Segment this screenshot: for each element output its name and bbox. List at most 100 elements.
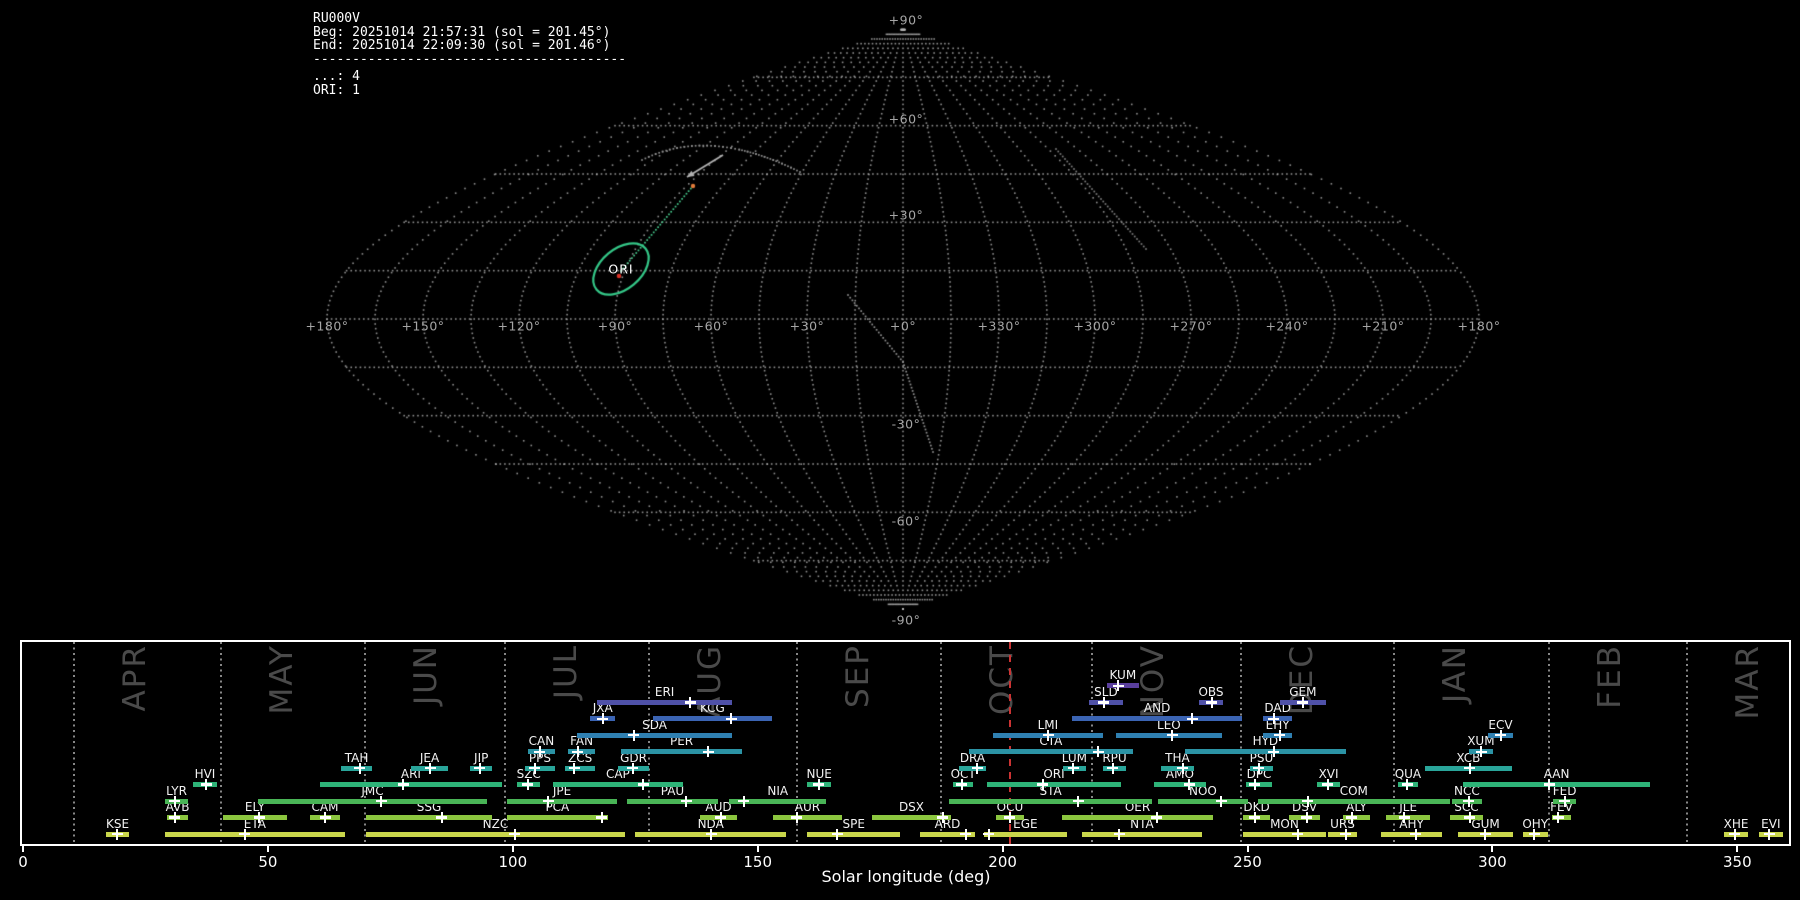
shower-label-XVI: XVI xyxy=(1319,767,1339,781)
shower-bar-SDA xyxy=(577,733,732,738)
shower-bar-NTA xyxy=(1082,832,1202,837)
lon-label: +120° xyxy=(497,319,540,334)
shower-bar-ARI xyxy=(320,782,502,787)
session-end: End: 20251014 22:09:30 (sol = 201.46°) xyxy=(313,39,626,53)
shower-bar-COM xyxy=(1258,799,1450,804)
shower-label-JIP: JIP xyxy=(474,751,488,765)
x-axis-tick xyxy=(757,846,759,852)
shower-peak-marker-SPE xyxy=(832,829,843,840)
month-boundary-line xyxy=(1686,642,1688,844)
shower-peak-marker-DSX xyxy=(937,812,948,823)
shower-bar-JPE xyxy=(507,799,617,804)
separator: ---------------------------------------- xyxy=(313,53,626,67)
shower-bar-KCG xyxy=(653,716,772,721)
shower-peak-marker-ERI xyxy=(685,697,696,708)
lon-label: +270° xyxy=(1169,319,1212,334)
x-axis-tick-label: 50 xyxy=(258,853,277,871)
shower-label-ORI: ORI xyxy=(1043,767,1064,781)
shower-bar-JMC xyxy=(258,799,487,804)
shower-bar-AND xyxy=(1072,716,1242,721)
month-boundary-line xyxy=(504,642,506,844)
shower-peak-marker-PER xyxy=(703,746,714,757)
shower-bar-CAP xyxy=(553,782,683,787)
shower-label-OBS: OBS xyxy=(1198,685,1223,699)
lat-label: -60° xyxy=(892,514,921,529)
shower-bar-STA xyxy=(949,799,1152,804)
ori-radiant-label: ORI xyxy=(608,262,633,277)
shower-bar-HYD xyxy=(1185,749,1346,754)
month-label: APR xyxy=(120,644,151,711)
month-label: JAN xyxy=(1440,644,1471,703)
x-axis-title: Solar longitude (deg) xyxy=(822,867,991,886)
shower-peak-marker-STA xyxy=(1073,796,1084,807)
lat-label: +90° xyxy=(889,13,924,28)
shower-bar-AUR xyxy=(773,815,842,820)
shower-peak-marker-CTA xyxy=(1093,746,1104,757)
shower-bar-NZC xyxy=(366,832,625,837)
x-axis-tick xyxy=(1736,846,1738,852)
month-label: JUL xyxy=(551,644,582,699)
shower-peak-marker-OER xyxy=(1151,812,1162,823)
x-axis-tick xyxy=(1002,846,1004,852)
lat-label: -30° xyxy=(892,417,921,432)
shower-label-CAN: CAN xyxy=(529,734,555,748)
month-label: SEP xyxy=(843,644,874,708)
shower-bar-ORI xyxy=(987,782,1121,787)
shower-label-ECV: ECV xyxy=(1488,718,1512,732)
shower-peak-marker-SDA xyxy=(628,730,639,741)
lon-label: +330° xyxy=(977,319,1020,334)
shower-label-SPE: SPE xyxy=(842,817,864,831)
shower-label-QUA: QUA xyxy=(1395,767,1421,781)
month-boundary-line xyxy=(73,642,75,844)
shower-bar-AMO xyxy=(1154,782,1206,787)
shower-label-XHE: XHE xyxy=(1724,817,1749,831)
shower-bar-ETA xyxy=(165,832,345,837)
shower-peak-marker-AND xyxy=(1187,713,1198,724)
x-axis-tick xyxy=(267,846,269,852)
lat-label: -90° xyxy=(892,613,921,628)
lat-label: +30° xyxy=(889,208,924,223)
month-label: MAY xyxy=(267,644,298,714)
shower-label-NUE: NUE xyxy=(806,767,831,781)
x-axis-tick-label: 0 xyxy=(18,853,28,871)
shower-label-GEM: GEM xyxy=(1289,685,1316,699)
shower-peak-marker-NTA xyxy=(1114,829,1125,840)
shower-bar-PER xyxy=(621,749,742,754)
x-axis-tick-label: 150 xyxy=(743,853,772,871)
shower-peak-marker-NOO xyxy=(1216,796,1227,807)
meteor-station-plot: RU000V Beg: 20251014 21:57:31 (sol = 201… xyxy=(0,0,1800,900)
x-axis-tick xyxy=(512,846,514,852)
x-axis-tick-label: 250 xyxy=(1233,853,1262,871)
shower-label-NIA: NIA xyxy=(767,784,788,798)
shower-bar-CTA xyxy=(969,749,1133,754)
month-boundary-line xyxy=(1393,642,1395,844)
shower-peak-marker-NZC xyxy=(509,829,520,840)
lon-label: +180° xyxy=(305,319,348,334)
session-info: RU000V Beg: 20251014 21:57:31 (sol = 201… xyxy=(313,12,626,97)
shower-bar-SPE xyxy=(807,832,900,837)
sporadic-count: ...: 4 xyxy=(313,70,626,84)
shower-label-JEA: JEA xyxy=(420,751,439,765)
month-boundary-line xyxy=(648,642,650,844)
month-boundary-line xyxy=(364,642,366,844)
shower-peak-marker-EGE xyxy=(983,829,994,840)
shower-label-LYR: LYR xyxy=(166,784,187,798)
lat-label: +60° xyxy=(889,112,924,127)
shower-peak-marker-COM xyxy=(1302,796,1313,807)
shower-bar-SSG xyxy=(366,815,492,820)
lon-label: +180° xyxy=(1457,319,1500,334)
month-label: JUN xyxy=(411,644,442,705)
x-axis-tick-label: 200 xyxy=(988,853,1017,871)
lon-label: +60° xyxy=(694,319,729,334)
month-label: OCT xyxy=(987,644,1018,715)
station-id: RU000V xyxy=(313,12,626,26)
shower-label-COM: COM xyxy=(1340,784,1368,798)
shower-label-DSX: DSX xyxy=(899,800,924,814)
lon-label: +30° xyxy=(790,319,825,334)
shower-bar-ERI xyxy=(597,700,732,705)
lon-label: +300° xyxy=(1073,319,1116,334)
shower-peak-marker-PCA xyxy=(596,812,607,823)
lon-label: +210° xyxy=(1361,319,1404,334)
month-label: MAR xyxy=(1733,644,1764,720)
shower-label-HVI: HVI xyxy=(195,767,216,781)
